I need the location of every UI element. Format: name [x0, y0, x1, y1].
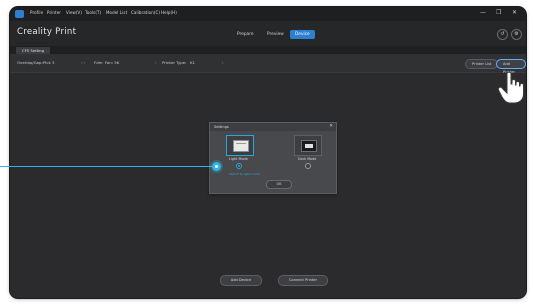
- field-label-printer-type: Printer Type:: [162, 60, 187, 65]
- dark-mode-radio[interactable]: [305, 163, 311, 169]
- callout-marker: [212, 162, 221, 171]
- maximize-icon[interactable]: ❐: [496, 9, 501, 16]
- light-mode-radio[interactable]: [236, 163, 242, 169]
- app-logo-icon: [15, 10, 24, 18]
- field-value-fdm[interactable]: Fan: 5K: [105, 60, 119, 65]
- field-label-overlap: Overlap/Gap:: [17, 60, 43, 65]
- ok-button[interactable]: OK: [266, 180, 292, 189]
- field-value-overlap[interactable]: Pick 3: [43, 60, 54, 65]
- add-printer-button[interactable]: Add Printer: [496, 59, 526, 74]
- tab-preview[interactable]: Preview: [262, 30, 289, 39]
- chevron-down-icon: ›: [155, 60, 157, 65]
- menu-item-calibration[interactable]: Calibration(C): [131, 10, 160, 15]
- app-title: Creality Print: [17, 27, 77, 37]
- menu-bar: Profile Printer View(V) Tools(T) Model L…: [10, 7, 526, 21]
- dark-mode-label: Dark Mode: [298, 157, 317, 161]
- light-theme-thumbnail: [233, 140, 249, 152]
- switch-mode-link[interactable]: Switch to light mode: [229, 172, 260, 176]
- connect-printer-button[interactable]: Connect Printer: [278, 275, 328, 286]
- field-value-printer-type[interactable]: K1: [190, 60, 195, 65]
- title-bar: Creality Print Prepare Preview Device ↺ …: [10, 21, 526, 46]
- refresh-icon[interactable]: ↺: [497, 29, 508, 40]
- field-label-fdm: Fdm: [94, 60, 103, 65]
- menu-item-tools[interactable]: Tools(T): [85, 10, 101, 15]
- dark-theme-thumbnail: [301, 140, 317, 152]
- device-toolbar: Overlap/Gap: Pick 3 ‹ › Fdm Fan: 5K › Pr…: [10, 54, 526, 74]
- printer-list-button[interactable]: Printer List: [465, 59, 499, 69]
- light-mode-option[interactable]: [226, 135, 254, 156]
- settings-dialog: Settings ✕ Light Mode Dark Mode Switch t…: [209, 122, 337, 194]
- tab-cfs-setting[interactable]: CFS Setting: [16, 47, 50, 54]
- tab-bar: CFS Setting: [10, 46, 526, 54]
- gear-icon[interactable]: ⚙: [511, 29, 522, 40]
- dark-mode-option[interactable]: [294, 135, 322, 156]
- chevron-icon: ‹ ›: [81, 60, 86, 65]
- hand-pointer-icon: [497, 71, 524, 104]
- menu-item-help[interactable]: Help(H): [161, 10, 177, 15]
- menu-item-model-list[interactable]: Model List: [106, 10, 127, 15]
- callout-line: [0, 166, 214, 167]
- dialog-title: Settings: [214, 125, 229, 129]
- tab-device[interactable]: Device: [290, 30, 315, 39]
- close-icon[interactable]: ✕: [329, 124, 333, 129]
- menu-item-printer[interactable]: Printer: [47, 10, 61, 15]
- tab-prepare[interactable]: Prepare: [232, 30, 259, 39]
- dialog-title-bar: Settings ✕: [210, 123, 336, 131]
- light-mode-label: Light Mode: [229, 157, 248, 161]
- minimize-icon[interactable]: —: [480, 9, 486, 16]
- add-device-button[interactable]: Add Device: [220, 275, 262, 286]
- close-window-icon[interactable]: ✕: [512, 9, 517, 16]
- menu-item-view[interactable]: View(V): [66, 10, 82, 15]
- menu-item-profile[interactable]: Profile: [30, 10, 43, 15]
- chevron-down-icon: ›: [222, 60, 224, 65]
- app-window: Profile Printer View(V) Tools(T) Model L…: [10, 7, 526, 298]
